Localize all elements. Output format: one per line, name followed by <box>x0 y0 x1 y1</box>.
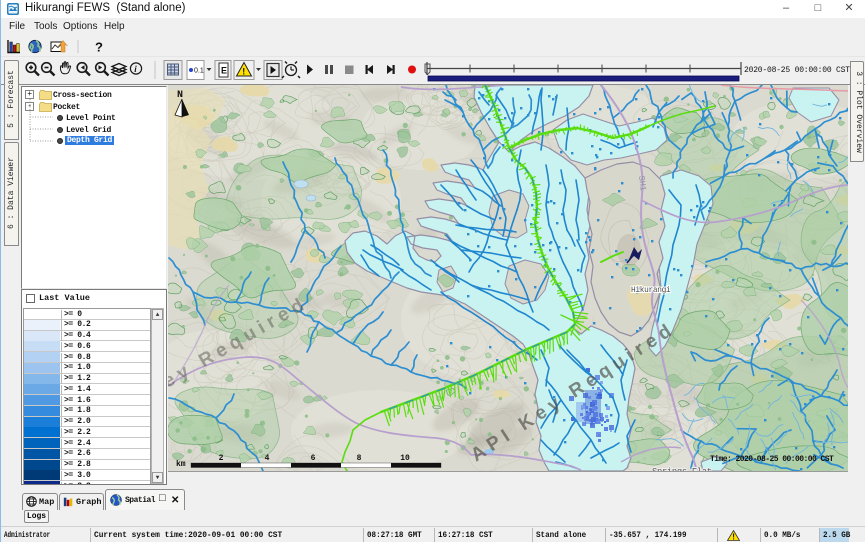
svg-text:i: i <box>134 64 137 74</box>
svg-text:6: 6 <box>311 454 316 463</box>
svg-text:E: E <box>221 66 227 76</box>
svg-text:km: km <box>176 460 186 469</box>
svg-text:Time: 2020-08-25 00:00:00 CST: Time: 2020-08-25 00:00:00 CST <box>710 455 834 464</box>
svg-text:Springs Flat: Springs Flat <box>652 467 712 471</box>
svg-text:2020-08-25 00:00:00 CST: 2020-08-25 00:00:00 CST <box>744 66 850 75</box>
svg-text:!: ! <box>242 67 245 77</box>
svg-text:!: ! <box>732 533 735 542</box>
svg-text:SH1: SH1 <box>636 175 648 191</box>
svg-text:8: 8 <box>357 454 362 463</box>
svg-text:?: ? <box>95 40 103 55</box>
svg-text:4: 4 <box>265 454 270 463</box>
svg-text:10: 10 <box>400 454 410 463</box>
svg-text:Hikurangi: Hikurangi <box>631 287 671 295</box>
svg-text:0.1: 0.1 <box>194 68 204 75</box>
svg-text:2: 2 <box>219 454 224 463</box>
